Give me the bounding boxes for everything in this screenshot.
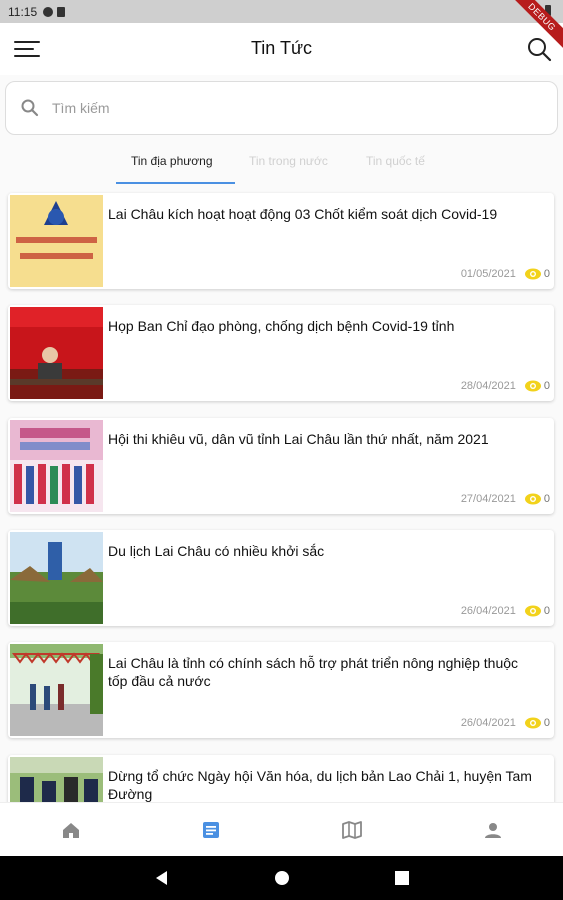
home-button-icon[interactable] — [274, 870, 290, 886]
tab-indicator — [116, 182, 235, 184]
article-card[interactable]: Du lịch Lai Châu có nhiều khởi sắc 26/04… — [8, 530, 554, 626]
article-date: 26/04/2021 — [460, 717, 516, 729]
map-icon[interactable] — [341, 819, 363, 841]
sd-card-icon — [57, 6, 66, 17]
search-input[interactable] — [52, 100, 512, 116]
status-bar: 11:15 — [0, 0, 563, 23]
debug-banner: DEBUG — [503, 0, 563, 60]
article-meta: 01/05/2021 0 — [461, 267, 550, 281]
back-icon[interactable] — [154, 870, 170, 886]
view-count: 0 — [543, 605, 550, 617]
eye-icon — [524, 380, 541, 392]
article-thumbnail — [10, 307, 103, 399]
home-icon[interactable] — [60, 819, 82, 841]
article-date: 27/04/2021 — [460, 493, 516, 505]
eye-icon — [524, 493, 541, 505]
article-icon[interactable] — [200, 819, 222, 841]
article-meta: 26/04/2021 0 — [461, 604, 550, 618]
view-count: 0 — [543, 268, 550, 280]
search-field[interactable] — [5, 81, 558, 135]
view-count: 0 — [543, 380, 550, 392]
article-thumbnail — [10, 757, 103, 802]
article-card[interactable]: Hội thi khiêu vũ, dân vũ tỉnh Lai Châu l… — [8, 418, 554, 514]
eye-icon — [524, 717, 541, 729]
article-thumbnail — [10, 644, 103, 736]
article-thumbnail — [10, 532, 103, 624]
view-count: 0 — [543, 717, 550, 729]
article-title: Lai Châu kích hoạt hoạt động 03 Chốt kiể… — [108, 206, 498, 222]
eye-icon — [524, 605, 541, 617]
system-navigation-bar — [0, 856, 563, 900]
article-date: 26/04/2021 — [460, 605, 516, 617]
eye-icon — [524, 268, 541, 280]
article-title: Họp Ban Chỉ đạo phòng, chống dịch bệnh C… — [108, 318, 455, 334]
article-card[interactable]: Họp Ban Chỉ đạo phòng, chống dịch bệnh C… — [8, 305, 554, 401]
article-thumbnail — [10, 195, 103, 287]
tab-international-news[interactable]: Tin quốc tế — [366, 154, 425, 168]
page-title: Tin Tức — [250, 38, 313, 58]
view-count: 0 — [543, 493, 550, 505]
person-icon[interactable] — [482, 819, 504, 841]
article-meta: 28/04/2021 0 — [461, 379, 550, 393]
article-card[interactable]: Dừng tổ chức Ngày hội Văn hóa, du lịch b… — [8, 755, 554, 802]
debug-label: DEBUG — [505, 0, 563, 54]
notification-icon — [43, 6, 54, 17]
bottom-navigation — [0, 802, 563, 856]
article-title: Lai Châu là tỉnh có chính sách hỗ trợ ph… — [108, 655, 519, 689]
article-title: Du lịch Lai Châu có nhiều khởi sắc — [108, 543, 325, 559]
status-time: 11:15 — [8, 4, 38, 19]
search-field-icon — [21, 99, 39, 117]
article-thumbnail — [10, 420, 103, 512]
article-meta: 27/04/2021 0 — [461, 492, 550, 506]
article-list[interactable]: Lai Châu kích hoạt hoạt động 03 Chốt kiể… — [0, 190, 563, 802]
article-card[interactable]: Lai Châu là tỉnh có chính sách hỗ trợ ph… — [8, 642, 554, 738]
tab-local-news[interactable]: Tin địa phương — [131, 154, 213, 168]
app-bar: Tin Tức — [0, 23, 563, 75]
recents-icon[interactable] — [394, 870, 410, 886]
article-title: Hội thi khiêu vũ, dân vũ tỉnh Lai Châu l… — [108, 431, 489, 447]
article-title: Dừng tổ chức Ngày hội Văn hóa, du lịch b… — [108, 768, 532, 802]
article-card[interactable]: Lai Châu kích hoạt hoạt động 03 Chốt kiể… — [8, 193, 554, 289]
article-date: 28/04/2021 — [460, 380, 516, 392]
article-date: 01/05/2021 — [460, 268, 516, 280]
tab-domestic-news[interactable]: Tin trong nước — [249, 154, 328, 168]
article-meta: 26/04/2021 0 — [461, 716, 550, 730]
category-tabs: Tin địa phương Tin trong nước Tin quốc t… — [0, 146, 563, 186]
